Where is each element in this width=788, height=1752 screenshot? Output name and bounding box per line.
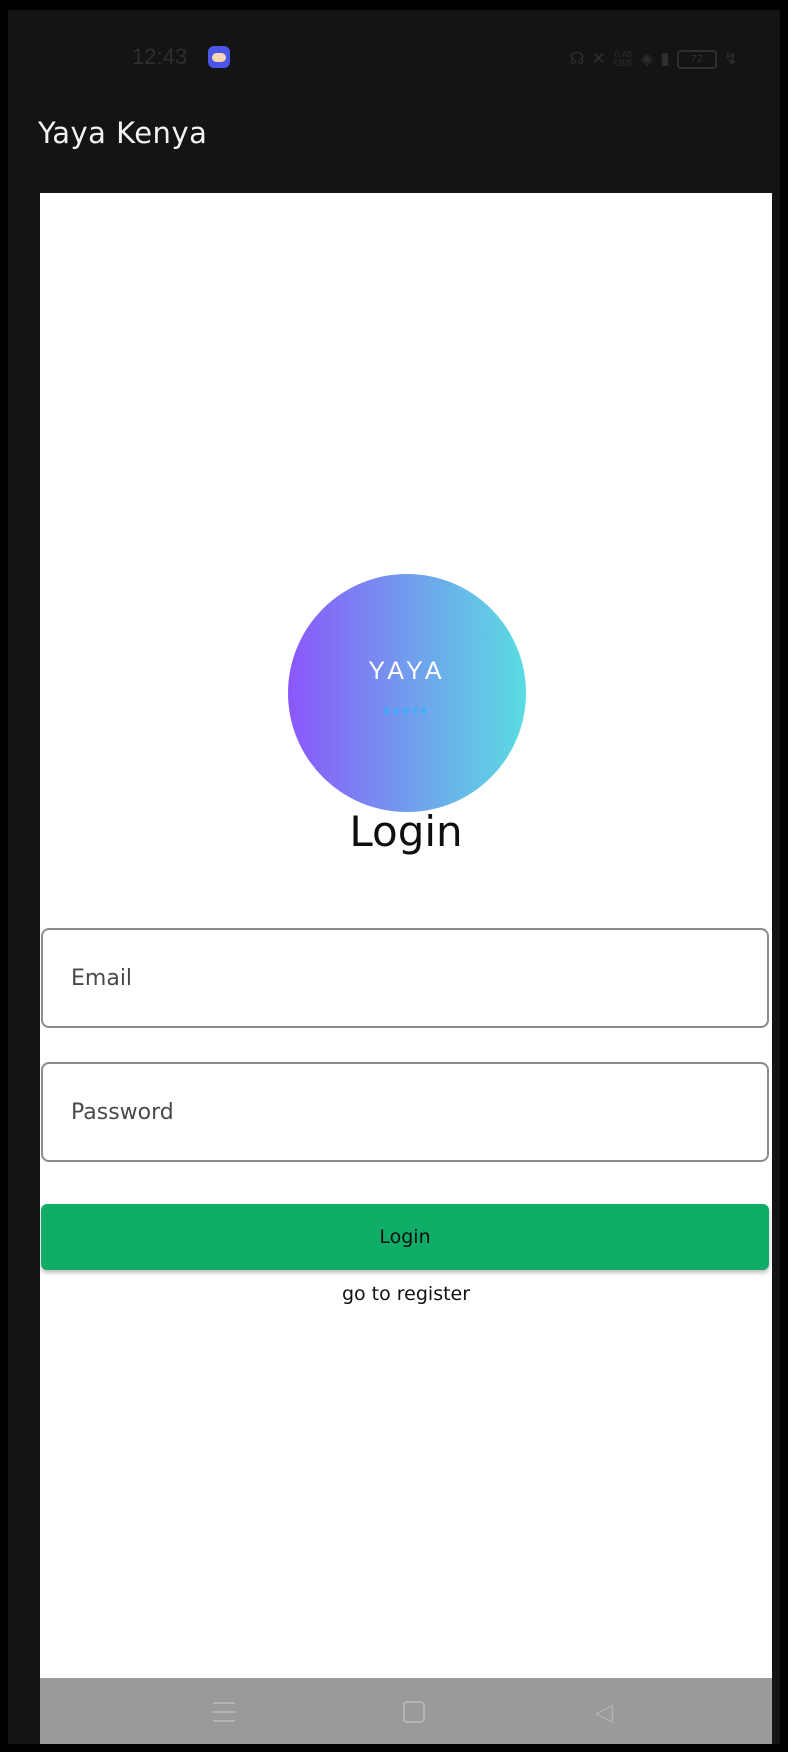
- yaya-kenya-logo: YAYA KENYA: [288, 574, 526, 812]
- status-time: 12:43: [132, 44, 188, 69]
- phone-screen: 12:43 ☊ ✕ 0.48 KB/S ◈ ▮ 72 ↯ Yaya Kenya …: [8, 10, 780, 1744]
- headphones-icon: ☊: [569, 48, 585, 69]
- status-bar: 12:43 ☊ ✕ 0.48 KB/S ◈ ▮ 72 ↯: [8, 10, 780, 72]
- menu-icon: [213, 1702, 235, 1722]
- login-card: YAYA KENYA Login Login go to register: [40, 193, 772, 1744]
- network-speed-unit: KB/S: [612, 58, 634, 68]
- signal-icon: ▮: [660, 48, 670, 69]
- nav-back-button[interactable]: ◁: [584, 1692, 624, 1732]
- mute-icon: ✕: [591, 48, 606, 69]
- home-icon: [403, 1701, 425, 1723]
- status-icons: ☊ ✕ 0.48 KB/S ◈ ▮ 72 ↯: [569, 48, 738, 70]
- password-field[interactable]: [41, 1062, 769, 1162]
- page-title: Login: [349, 807, 463, 856]
- login-button[interactable]: Login: [41, 1204, 769, 1270]
- weather-cloud-icon: [208, 46, 230, 68]
- nav-menu-button[interactable]: [204, 1692, 244, 1732]
- logo-sub-text: KENYA: [384, 706, 430, 716]
- nav-home-button[interactable]: [394, 1692, 434, 1732]
- navigation-bar: ◁: [40, 1678, 772, 1744]
- battery-icon: 72: [676, 49, 717, 69]
- logo-main-text: YAYA: [368, 657, 446, 685]
- email-field[interactable]: [41, 928, 769, 1028]
- network-speed: 0.48 KB/S: [613, 50, 634, 68]
- battery-level: 72: [690, 53, 704, 65]
- wifi-icon: ◈: [640, 48, 654, 69]
- charging-icon: ↯: [723, 48, 738, 69]
- back-icon: ◁: [594, 1698, 614, 1726]
- app-bar-title: Yaya Kenya: [38, 116, 208, 150]
- go-to-register-link[interactable]: go to register: [40, 1283, 772, 1305]
